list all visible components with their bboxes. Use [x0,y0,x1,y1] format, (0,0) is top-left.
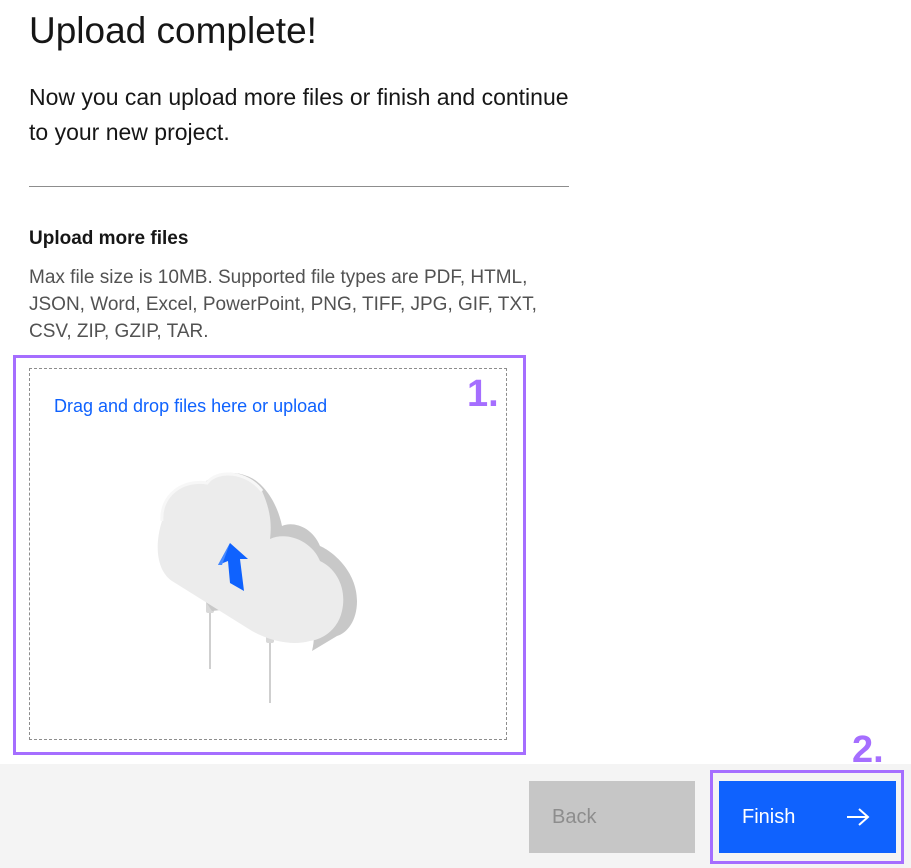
page-subtitle: Now you can upload more files or finish … [29,84,569,145]
arrow-right-icon [847,808,870,826]
annotation-marker-1: 1. [467,373,499,415]
back-button[interactable]: Back [529,781,695,853]
file-dropzone[interactable]: Drag and drop files here or upload [29,368,507,740]
page-title: Upload complete! [29,10,317,51]
finish-button-label: Finish [742,806,796,828]
divider [29,186,569,187]
dropzone-upload-link[interactable]: Drag and drop files here or upload [54,394,327,418]
finish-button[interactable]: Finish [719,781,896,853]
file-requirements-text: Max file size is 10MB. Supported file ty… [29,267,537,342]
cloud-upload-icon [157,472,357,703]
upload-complete-page: Upload complete! Now you can upload more… [0,0,911,868]
upload-more-heading: Upload more files [29,228,189,249]
